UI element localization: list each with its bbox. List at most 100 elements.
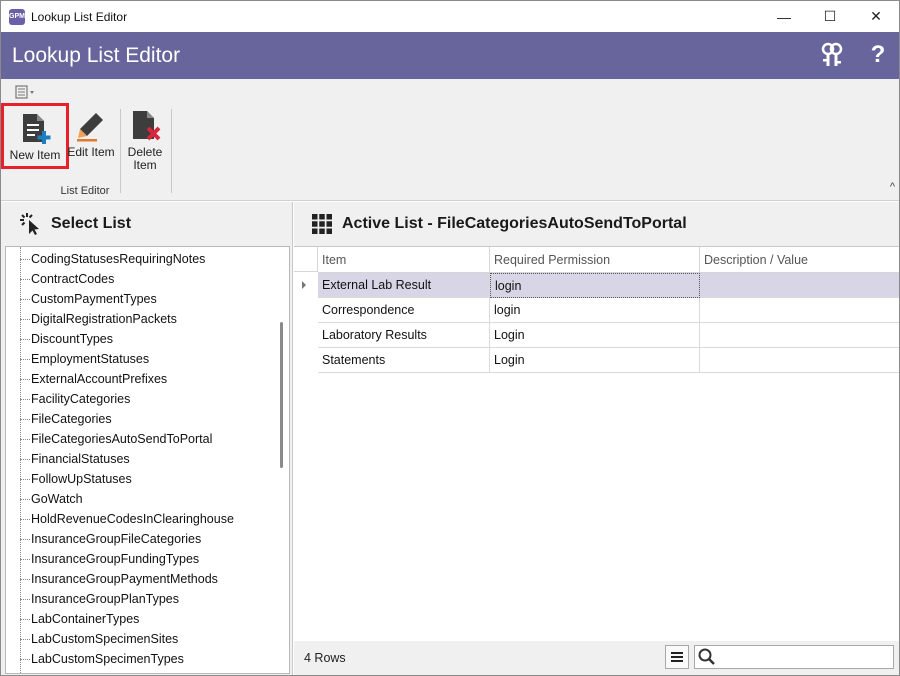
list-item[interactable]: LabContainerTypes xyxy=(6,609,139,629)
maximize-button[interactable]: ☐ xyxy=(807,1,853,32)
edit-item-button[interactable]: Edit Item xyxy=(67,109,115,159)
list-item-label: DigitalRegistrationPackets xyxy=(31,312,177,326)
new-document-icon xyxy=(23,114,51,144)
table-cell[interactable] xyxy=(700,323,899,348)
table-cell[interactable]: login xyxy=(490,298,700,323)
tree-connector xyxy=(20,578,30,580)
tree-connector xyxy=(20,298,30,300)
column-menu-button[interactable] xyxy=(665,645,689,669)
list-item-label: LabCustomSpecimenTypes xyxy=(31,652,184,666)
table-cell[interactable]: Laboratory Results xyxy=(318,323,490,348)
tree-connector xyxy=(20,338,30,340)
table-cell[interactable] xyxy=(700,298,899,323)
page-title: Lookup List Editor xyxy=(12,44,181,67)
list-item[interactable]: FacilityCategories xyxy=(6,389,130,409)
list-item[interactable]: EmploymentStatuses xyxy=(6,349,149,369)
keys-icon[interactable] xyxy=(819,42,845,68)
close-button[interactable]: ✕ xyxy=(853,1,899,32)
help-icon[interactable]: ? xyxy=(865,41,891,68)
list-item[interactable]: CustomPaymentTypes xyxy=(6,289,157,309)
list-item-label: LabContainerTypes xyxy=(31,612,140,626)
ribbon: New Item Edit Item Delete Item List Edit… xyxy=(1,79,899,201)
edit-item-label: Edit Item xyxy=(67,145,115,159)
list-item[interactable]: FileCategoriesAutoSendToPortal xyxy=(6,429,212,449)
list-item-label: DiscountTypes xyxy=(31,332,113,346)
row-header[interactable] xyxy=(294,323,318,348)
row-header[interactable] xyxy=(294,273,318,298)
grid-search-box[interactable] xyxy=(694,645,894,669)
list-item-label: FacilityCategories xyxy=(31,392,131,406)
select-list-title: Select List xyxy=(51,214,132,232)
list-item[interactable]: InsuranceGroupPlanTypes xyxy=(6,589,179,609)
select-list-header: Select List xyxy=(1,202,131,245)
tree-connector xyxy=(20,318,30,320)
list-item[interactable]: DiscountTypes xyxy=(6,329,113,349)
tree-connector xyxy=(20,398,30,400)
tree-connector xyxy=(20,278,30,280)
tree-connector xyxy=(20,418,30,420)
list-item-label: InsuranceGroupFundingTypes xyxy=(31,552,200,566)
table-cell[interactable]: Login xyxy=(490,348,700,373)
new-item-button[interactable]: New Item xyxy=(1,103,69,169)
table-row[interactable]: External Lab Result login xyxy=(294,273,899,298)
list-item[interactable]: ContractCodes xyxy=(6,269,114,289)
tree-scrollbar[interactable] xyxy=(280,322,283,468)
table-row[interactable]: Statements Login xyxy=(294,348,899,373)
table-row[interactable]: Laboratory Results Login xyxy=(294,323,899,348)
column-header-item[interactable]: Item xyxy=(318,247,490,273)
row-indicator-icon xyxy=(302,281,306,289)
lookup-list-editor-window: GPM Lookup List Editor — ☐ ✕ Lookup List… xyxy=(0,0,900,676)
tree-connector xyxy=(20,438,30,440)
list-item[interactable]: GoWatch xyxy=(6,489,83,509)
list-item[interactable]: HoldRevenueCodesInClearinghouse xyxy=(6,509,234,529)
list-item[interactable]: InsuranceGroupFundingTypes xyxy=(6,549,199,569)
delete-item-label-line2: Item xyxy=(133,158,157,172)
row-header[interactable] xyxy=(294,298,318,323)
column-header-description-value[interactable]: Description / Value xyxy=(700,247,899,273)
list-tree[interactable]: CodingStatusesRequiringNotes ContractCode… xyxy=(5,246,290,674)
list-item[interactable]: FinancialStatuses xyxy=(6,449,130,469)
table-cell[interactable]: Statements xyxy=(318,348,490,373)
app-icon: GPM xyxy=(9,8,25,25)
table-cell[interactable] xyxy=(700,273,899,298)
list-item-label: CustomPaymentTypes xyxy=(31,292,157,306)
delete-item-button[interactable]: Delete Item xyxy=(121,109,169,172)
table-cell[interactable]: Correspondence xyxy=(318,298,490,323)
list-item[interactable]: CodingStatusesRequiringNotes xyxy=(6,249,205,269)
tree-connector xyxy=(20,258,30,260)
select-list-panel: Select List CodingStatusesRequiringNotes… xyxy=(1,202,293,675)
table-row[interactable]: Correspondence login xyxy=(294,298,899,323)
collapse-ribbon-icon[interactable]: ^ xyxy=(890,181,895,193)
active-list-title: Active List - FileCategoriesAutoSendToPo… xyxy=(342,214,687,232)
grid-corner xyxy=(294,247,318,272)
search-input[interactable] xyxy=(717,647,887,667)
minimize-button[interactable]: — xyxy=(761,1,807,32)
list-item[interactable]: DigitalRegistrationPackets xyxy=(6,309,177,329)
cursor-click-icon xyxy=(20,212,39,235)
list-item[interactable]: FileCategories xyxy=(6,409,112,429)
quick-access-menu-icon[interactable] xyxy=(15,85,37,101)
table-cell[interactable] xyxy=(700,348,899,373)
list-item[interactable]: LabCustomSpecimenTypes xyxy=(6,649,184,669)
tree-connector xyxy=(20,558,30,560)
list-item-label: GoWatch xyxy=(31,492,83,506)
list-item[interactable]: LabCustomSpecimenSites xyxy=(6,629,178,649)
active-list-header: Active List - FileCategoriesAutoSendToPo… xyxy=(294,202,687,245)
table-cell[interactable]: External Lab Result xyxy=(318,273,490,298)
table-cell[interactable]: login xyxy=(490,273,700,298)
list-item[interactable]: InsuranceGroupPaymentMethods xyxy=(6,569,218,589)
row-header[interactable] xyxy=(294,348,318,373)
tree-connector xyxy=(20,478,30,480)
table-cell[interactable]: Login xyxy=(490,323,700,348)
row-count: 4 Rows xyxy=(304,651,346,665)
list-item[interactable]: ExternalAccountPrefixes xyxy=(6,369,167,389)
tree-connector xyxy=(20,358,30,360)
list-item[interactable]: InsuranceGroupFileCategories xyxy=(6,529,201,549)
list-item-label: InsuranceGroupFileCategories xyxy=(31,532,202,546)
tree-connector xyxy=(20,638,30,640)
list-item-label: ExternalAccountPrefixes xyxy=(31,372,168,386)
list-item[interactable]: FollowUpStatuses xyxy=(6,469,132,489)
list-item-label: FileCategories xyxy=(31,412,112,426)
column-header-required-permission[interactable]: Required Permission xyxy=(490,247,700,273)
ribbon-group-label: List Editor xyxy=(60,185,110,197)
